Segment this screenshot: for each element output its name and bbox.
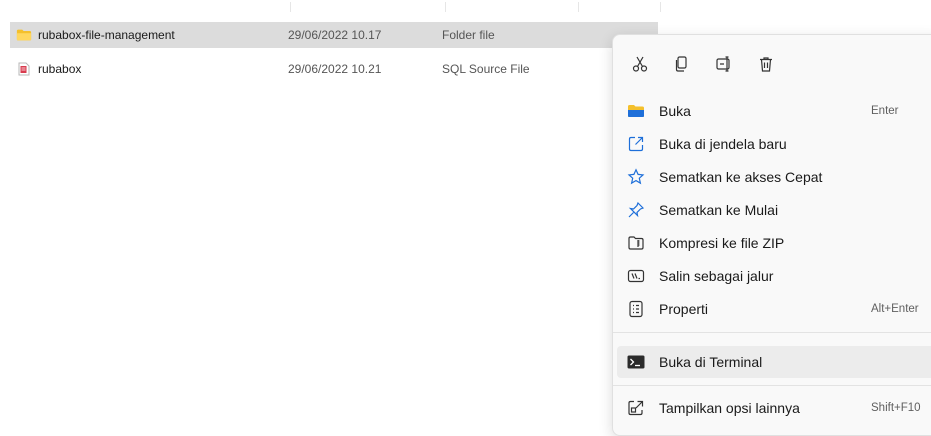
rename-button[interactable] bbox=[709, 49, 739, 79]
star-icon bbox=[627, 168, 645, 186]
sql-file-icon bbox=[16, 61, 32, 77]
menu-item-copy-path[interactable]: Salin sebagai jalur bbox=[617, 260, 931, 292]
menu-item-shortcut: Alt+Enter bbox=[871, 303, 919, 315]
menu-item-compress-zip[interactable]: Kompresi ke file ZIP bbox=[617, 227, 931, 259]
copy-button[interactable] bbox=[667, 49, 697, 79]
menu-separator bbox=[613, 385, 931, 386]
path-icon bbox=[627, 267, 645, 285]
open-new-window-icon bbox=[627, 135, 645, 153]
menu-item-properties[interactable]: Properti Alt+Enter bbox=[617, 293, 931, 325]
menu-separator bbox=[613, 332, 931, 333]
menu-item-label: Salin sebagai jalur bbox=[659, 268, 774, 284]
pin-icon bbox=[627, 201, 645, 219]
file-date: 29/06/2022 10.17 bbox=[288, 28, 382, 42]
more-options-icon bbox=[627, 399, 645, 417]
file-row-sql[interactable]: rubabox 29/06/2022 10.21 SQL Source File bbox=[10, 56, 658, 82]
file-name: rubabox-file-management bbox=[38, 28, 175, 42]
menu-item-label: Sematkan ke Mulai bbox=[659, 202, 779, 218]
properties-icon bbox=[627, 300, 645, 318]
menu-item-pin-quick-access[interactable]: Sematkan ke akses Cepat bbox=[617, 161, 931, 193]
menu-item-label: Properti bbox=[659, 301, 709, 317]
file-type: SQL Source File bbox=[442, 62, 530, 76]
column-header-dividers bbox=[0, 0, 700, 14]
menu-item-open-new-window[interactable]: Buka di jendela baru bbox=[617, 128, 931, 160]
menu-item-more-options[interactable]: Tampilkan opsi lainnya Shift+F10 bbox=[617, 392, 931, 424]
terminal-icon bbox=[627, 353, 645, 371]
file-name: rubabox bbox=[38, 62, 82, 76]
delete-icon bbox=[757, 55, 775, 73]
context-menu: Buka Enter Buka di jendela baru Sematkan… bbox=[612, 34, 931, 436]
menu-item-shortcut: Shift+F10 bbox=[871, 402, 921, 414]
file-date: 29/06/2022 10.21 bbox=[288, 62, 382, 76]
menu-item-open[interactable]: Buka Enter bbox=[617, 95, 931, 127]
menu-item-label: Kompresi ke file ZIP bbox=[659, 235, 785, 251]
menu-item-label: Buka bbox=[659, 103, 691, 119]
delete-button[interactable] bbox=[751, 49, 781, 79]
menu-item-label: Tampilkan opsi lainnya bbox=[659, 400, 800, 416]
context-toolbar bbox=[625, 49, 793, 79]
menu-item-pin-start[interactable]: Sematkan ke Mulai bbox=[617, 194, 931, 226]
menu-item-label: Buka di jendela baru bbox=[659, 136, 787, 152]
cut-button[interactable] bbox=[625, 49, 655, 79]
menu-item-open-terminal[interactable]: Buka di Terminal bbox=[617, 346, 931, 378]
zip-icon bbox=[627, 234, 645, 252]
copy-icon bbox=[673, 55, 691, 73]
folder-open-icon bbox=[627, 102, 645, 120]
file-type: Folder file bbox=[442, 28, 495, 42]
cut-icon bbox=[631, 55, 649, 73]
menu-item-shortcut: Enter bbox=[871, 105, 899, 117]
menu-item-label: Sematkan ke akses Cepat bbox=[659, 169, 823, 185]
file-row-folder[interactable]: rubabox-file-management 29/06/2022 10.17… bbox=[10, 22, 658, 48]
menu-item-label: Buka di Terminal bbox=[659, 354, 763, 370]
rename-icon bbox=[715, 55, 733, 73]
folder-icon bbox=[16, 27, 32, 43]
